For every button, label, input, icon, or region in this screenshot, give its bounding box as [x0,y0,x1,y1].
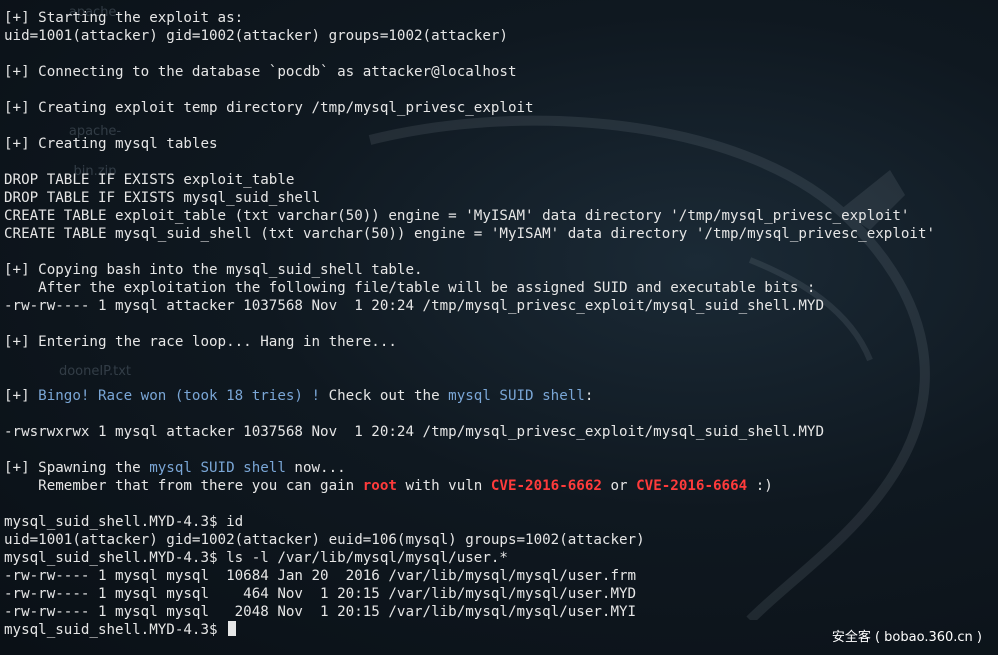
terminal-text: [+] Creating exploit temp directory /tmp… [4,100,534,116]
terminal-line: DROP TABLE IF EXISTS mysql_suid_shell [4,189,998,207]
terminal-line: [+] Copying bash into the mysql_suid_she… [4,261,998,279]
terminal-line: uid=1001(attacker) gid=1002(attacker) eu… [4,531,998,549]
terminal-line: CREATE TABLE mysql_suid_shell (txt varch… [4,225,998,243]
terminal-line: [+] Entering the race loop... Hang in th… [4,333,998,351]
terminal-line: mysql_suid_shell.MYD-4.3$ id [4,513,998,531]
terminal-text-red: CVE-2016-6662 [490,478,602,494]
terminal-text: with vuln [396,478,491,494]
terminal-text: : [584,388,594,404]
terminal-text: -rw-rw---- 1 mysql attacker 1037568 Nov … [4,298,824,314]
terminal-text: DROP TABLE IF EXISTS mysql_suid_shell [4,190,321,206]
terminal-text: CREATE TABLE exploit_table (txt varchar(… [4,208,910,224]
terminal-line: [+] Starting the exploit as: [4,9,998,27]
terminal-text: uid=1001(attacker) gid=1002(attacker) eu… [4,532,645,548]
terminal-cursor [228,621,237,636]
terminal-line: After the exploitation the following fil… [4,279,998,297]
terminal-line: -rw-rw---- 1 mysql mysql 464 Nov 1 20:15… [4,585,998,603]
terminal-line: [+] Connecting to the database `pocdb` a… [4,63,998,81]
terminal-text: DROP TABLE IF EXISTS exploit_table [4,172,295,188]
terminal-line: -rw-rw---- 1 mysql mysql 2048 Nov 1 20:1… [4,603,998,621]
terminal-text: [+] Starting the exploit as: [4,10,244,26]
terminal-line: [+] Creating exploit temp directory /tmp… [4,99,998,117]
terminal-line: Remember that from there you can gain ro… [4,477,998,495]
terminal-text-red: root [362,478,397,494]
terminal-text-blue: mysql SUID shell [448,388,585,404]
terminal-text: CREATE TABLE mysql_suid_shell (txt varch… [4,226,936,242]
terminal-line: [+] Spawning the mysql SUID shell now... [4,459,998,477]
terminal-text: [+] Connecting to the database `pocdb` a… [4,64,517,80]
terminal-text: -rw-rw---- 1 mysql mysql 2048 Nov 1 20:1… [4,604,637,620]
terminal-line: [+] Creating mysql tables [4,135,998,153]
terminal-line: -rwsrwxrwx 1 mysql attacker 1037568 Nov … [4,423,998,441]
terminal-text: :) [747,478,773,494]
terminal-text: -rw-rw---- 1 mysql mysql 464 Nov 1 20:15… [4,586,637,602]
terminal-text: [+] [4,388,39,404]
terminal-text: -rwsrwxrwx 1 mysql attacker 1037568 Nov … [4,424,824,440]
terminal-line: CREATE TABLE exploit_table (txt varchar(… [4,207,998,225]
terminal-text-blue: mysql SUID shell [149,460,286,476]
terminal-text: mysql_suid_shell.MYD-4.3$ id [4,514,244,530]
terminal-line: uid=1001(attacker) gid=1002(attacker) gr… [4,27,998,45]
site-watermark: 安全客 ( bobao.360.cn ) [831,630,982,645]
terminal-line: -rw-rw---- 1 mysql attacker 1037568 Nov … [4,297,998,315]
terminal-text: [+] Copying bash into the mysql_suid_she… [4,262,423,278]
terminal-text: [+] Entering the race loop... Hang in th… [4,334,397,350]
terminal-line: DROP TABLE IF EXISTS exploit_table [4,171,998,189]
terminal-text: -rw-rw---- 1 mysql mysql 10684 Jan 20 20… [4,568,637,584]
terminal-text: [+] Creating mysql tables [4,136,218,152]
terminal-text: After the exploitation the following fil… [4,280,816,296]
terminal-text: Check out the [320,388,449,404]
terminal-line: [+] Bingo! Race won (took 18 tries) ! Ch… [4,387,998,405]
terminal-text-blue: Bingo! Race won (took 18 tries) ! [38,388,321,404]
terminal-text: uid=1001(attacker) gid=1002(attacker) gr… [4,28,508,44]
terminal-text: now... [285,460,346,476]
terminal-output[interactable]: [+] Starting the exploit as: uid=1001(att… [4,9,998,639]
terminal-line: mysql_suid_shell.MYD-4.3$ ls -l /var/lib… [4,549,998,567]
terminal-text: mysql_suid_shell.MYD-4.3$ [4,622,227,638]
terminal-text: [+] Spawning the [4,460,150,476]
terminal-text: Remember that from there you can gain [4,478,363,494]
terminal-text: or [601,478,637,494]
terminal-text-red: CVE-2016-6664 [636,478,748,494]
terminal-line: -rw-rw---- 1 mysql mysql 10684 Jan 20 20… [4,567,998,585]
terminal-text: mysql_suid_shell.MYD-4.3$ ls -l /var/lib… [4,550,508,566]
